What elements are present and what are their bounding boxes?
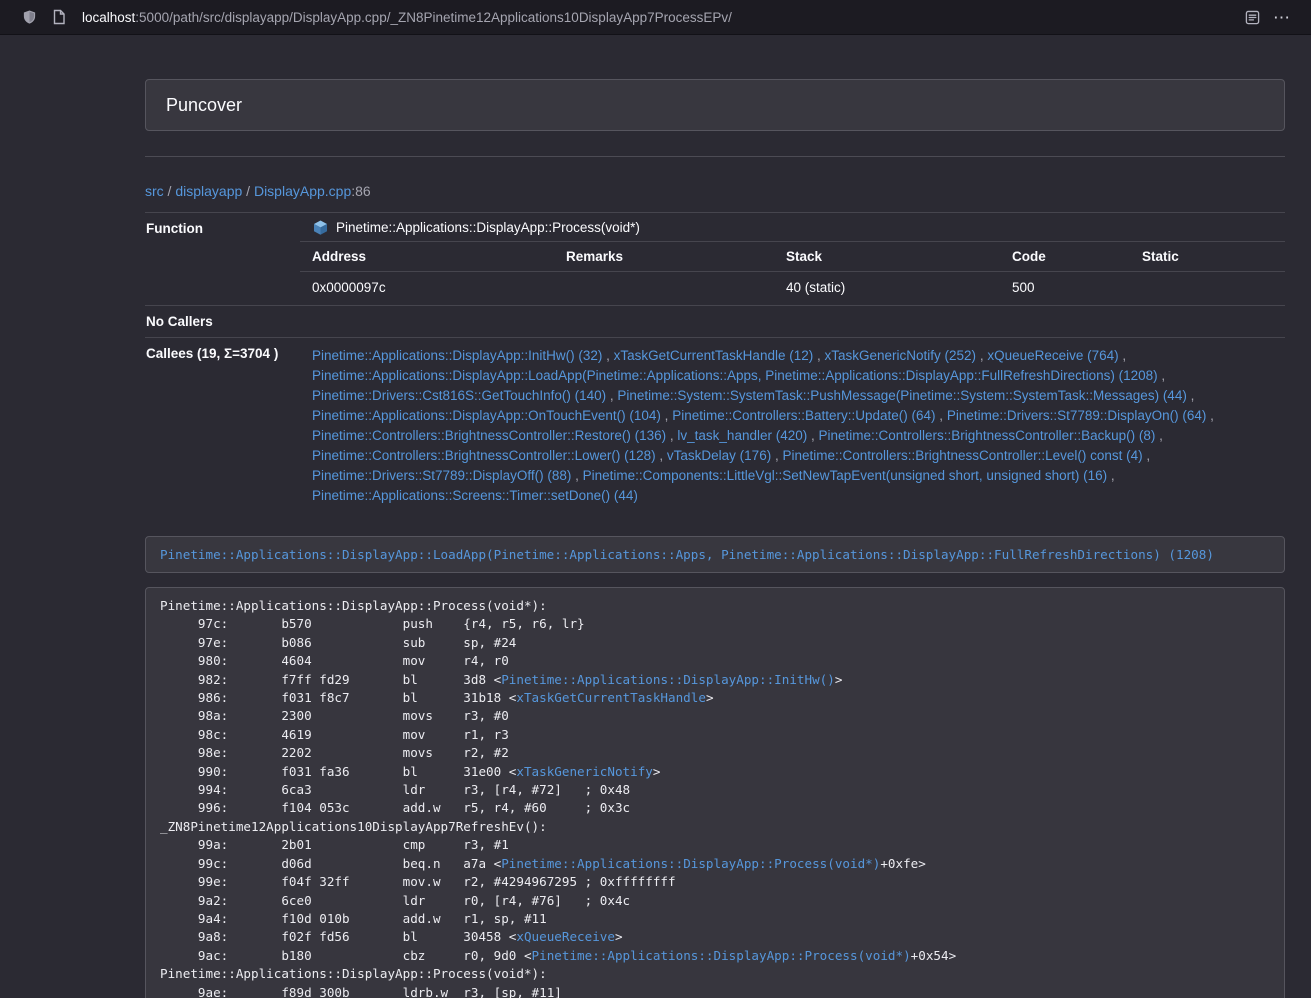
no-callers-row: No Callers xyxy=(145,306,1285,338)
callee-link[interactable]: Pinetime::Drivers::Cst816S::GetTouchInfo… xyxy=(312,388,606,403)
function-details-cell: Pinetime::Applications::DisplayApp::Proc… xyxy=(300,213,1285,306)
column-header-static: Static xyxy=(1130,242,1285,272)
selected-callee-link[interactable]: Pinetime::Applications::DisplayApp::Load… xyxy=(160,547,1214,562)
column-header-remarks: Remarks xyxy=(554,242,774,272)
callee-link[interactable]: vTaskDelay (176) xyxy=(667,448,771,463)
url-path: :5000/path/src/displayapp/DisplayApp.cpp… xyxy=(135,10,732,25)
callee-link[interactable]: xTaskGenericNotify (252) xyxy=(825,348,977,363)
function-label: Function xyxy=(145,213,300,306)
callee-separator: , xyxy=(1155,428,1163,443)
no-callers-label: No Callers xyxy=(145,306,300,338)
callee-separator: , xyxy=(602,348,613,363)
stats-value-row: 0x0000097c 40 (static)500 xyxy=(300,272,1285,306)
column-header-stack: Stack xyxy=(774,242,1000,272)
symbol-cell-remarks xyxy=(554,272,774,306)
callees-label: Callees (19, Σ=3704 ) xyxy=(145,338,300,517)
callee-link[interactable]: Pinetime::Controllers::BrightnessControl… xyxy=(782,448,1142,463)
breadcrumb-link[interactable]: src xyxy=(145,183,164,199)
no-callers-value-cell xyxy=(300,306,1285,338)
callees-list: Pinetime::Applications::DisplayApp::Init… xyxy=(300,338,1285,517)
url-host: localhost xyxy=(82,10,135,25)
selected-callee-panel: Pinetime::Applications::DisplayApp::Load… xyxy=(145,536,1285,573)
app-header: Puncover xyxy=(145,79,1285,131)
disassembly-symbol-link[interactable]: xQueueReceive xyxy=(516,929,615,944)
callee-link[interactable]: Pinetime::Applications::DisplayApp::OnTo… xyxy=(312,408,661,423)
stats-header-row: AddressRemarksStackCodeStatic xyxy=(300,242,1285,272)
disassembly-symbol-link[interactable]: xTaskGenericNotify xyxy=(516,764,652,779)
disassembly-symbol-link[interactable]: Pinetime::Applications::DisplayApp::Proc… xyxy=(532,948,911,963)
symbol-cell-code: 500 xyxy=(1000,272,1130,306)
callee-separator: , xyxy=(813,348,824,363)
function-name: Pinetime::Applications::DisplayApp::Proc… xyxy=(336,220,640,235)
function-name-row: Pinetime::Applications::DisplayApp::Proc… xyxy=(300,213,1285,242)
callee-separator: , xyxy=(666,428,677,443)
symbol-table: Function Pinetime::Applications::Display… xyxy=(145,212,1285,516)
browser-url-bar[interactable]: localhost:5000/path/src/displayapp/Displ… xyxy=(0,0,1311,35)
callee-link[interactable]: Pinetime::Controllers::BrightnessControl… xyxy=(312,448,656,463)
function-type-icon xyxy=(312,219,329,236)
callee-separator: , xyxy=(771,448,782,463)
callee-separator: , xyxy=(1206,408,1214,423)
tracking-protection-shield-icon[interactable] xyxy=(17,5,41,29)
header-divider xyxy=(145,156,1285,157)
symbol-stats-table: AddressRemarksStackCodeStatic 0x0000097c… xyxy=(300,242,1285,305)
callee-separator: , xyxy=(1119,348,1127,363)
breadcrumb: src / displayapp / DisplayApp.cpp:86 xyxy=(145,182,1285,200)
callee-link[interactable]: xTaskGetCurrentTaskHandle (12) xyxy=(614,348,814,363)
callee-separator: , xyxy=(606,388,617,403)
callee-separator: , xyxy=(936,408,947,423)
page-actions-menu-icon[interactable]: ⋯ xyxy=(1270,5,1294,29)
disassembly-symbol-link[interactable]: xTaskGetCurrentTaskHandle xyxy=(516,690,706,705)
callee-link[interactable]: Pinetime::Drivers::St7789::DisplayOff() … xyxy=(312,468,571,483)
callee-separator: , xyxy=(571,468,582,483)
breadcrumb-link[interactable]: displayapp xyxy=(175,183,242,199)
callee-separator: , xyxy=(661,408,672,423)
callee-separator: , xyxy=(1107,468,1115,483)
callee-link[interactable]: Pinetime::Applications::DisplayApp::Init… xyxy=(312,348,602,363)
callee-link[interactable]: Pinetime::Drivers::St7789::DisplayOn() (… xyxy=(947,408,1207,423)
callee-link[interactable]: Pinetime::Components::LittleVgl::SetNewT… xyxy=(583,468,1108,483)
callee-separator: , xyxy=(1143,448,1151,463)
page-container: Puncover src / displayapp / DisplayApp.c… xyxy=(145,35,1285,998)
symbol-cell-static xyxy=(1130,272,1285,306)
callee-link[interactable]: Pinetime::Controllers::Battery::Update()… xyxy=(672,408,935,423)
callee-separator: , xyxy=(656,448,667,463)
symbol-cell-stack: 40 (static) xyxy=(774,272,1000,306)
disassembly-symbol-link[interactable]: Pinetime::Applications::DisplayApp::Proc… xyxy=(501,856,880,871)
breadcrumb-line-number: :86 xyxy=(351,183,370,199)
disassembly-symbol-link[interactable]: Pinetime::Applications::DisplayApp::Init… xyxy=(501,672,835,687)
callee-link[interactable]: Pinetime::Controllers::BrightnessControl… xyxy=(819,428,1156,443)
callee-link[interactable]: Pinetime::Applications::DisplayApp::Load… xyxy=(312,368,1158,383)
callee-link[interactable]: lv_task_handler (420) xyxy=(677,428,807,443)
callee-link[interactable]: xQueueReceive (764) xyxy=(987,348,1118,363)
callee-link[interactable]: Pinetime::Applications::Screens::Timer::… xyxy=(312,488,638,503)
callee-separator: , xyxy=(1158,368,1166,383)
callee-separator: , xyxy=(1187,388,1195,403)
column-header-address: Address xyxy=(300,242,554,272)
breadcrumb-separator: / xyxy=(164,183,176,199)
callee-separator: , xyxy=(976,348,987,363)
breadcrumb-separator: / xyxy=(242,183,254,199)
callee-link[interactable]: Pinetime::Controllers::BrightnessControl… xyxy=(312,428,666,443)
callee-link[interactable]: Pinetime::System::SystemTask::PushMessag… xyxy=(617,388,1186,403)
url-text: localhost:5000/path/src/displayapp/Displ… xyxy=(82,10,732,25)
page-info-icon[interactable] xyxy=(47,5,71,29)
callees-row: Callees (19, Σ=3704 ) Pinetime::Applicat… xyxy=(145,338,1285,517)
function-row: Function Pinetime::Applications::Display… xyxy=(145,213,1285,306)
callee-separator: , xyxy=(807,428,818,443)
breadcrumb-link[interactable]: DisplayApp.cpp xyxy=(254,183,351,199)
column-header-code: Code xyxy=(1000,242,1130,272)
disassembly-block: Pinetime::Applications::DisplayApp::Proc… xyxy=(145,587,1285,998)
reader-view-icon[interactable] xyxy=(1240,5,1264,29)
symbol-cell-address: 0x0000097c xyxy=(300,272,554,306)
page-title: Puncover xyxy=(166,95,242,116)
